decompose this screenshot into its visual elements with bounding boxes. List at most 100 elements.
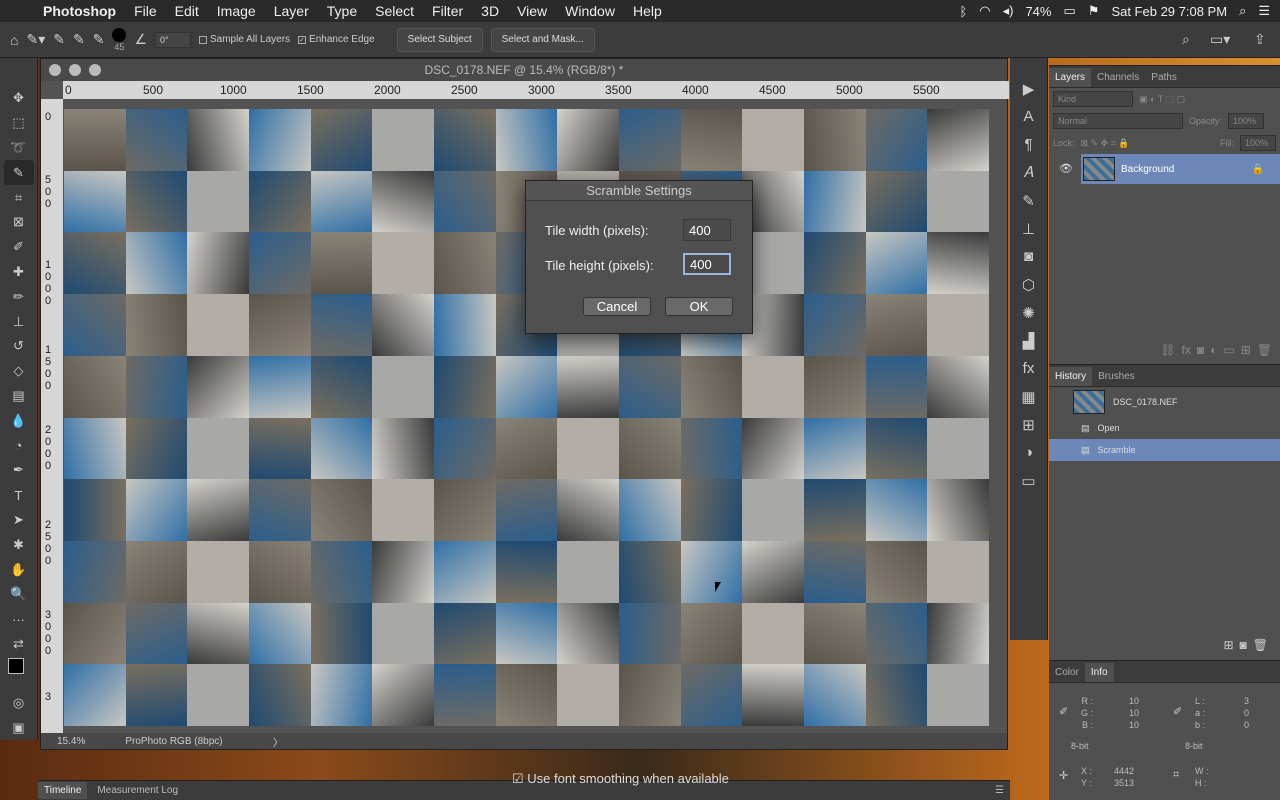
eyedropper-tool-icon[interactable]: ✐ xyxy=(4,235,34,260)
search-icon[interactable]: ⌕ xyxy=(1182,31,1190,48)
brush-settings-icon[interactable]: ✎ xyxy=(1022,192,1035,210)
quick-select-tool-icon[interactable]: ✎ xyxy=(3,160,34,186)
battery-icon[interactable]: ▭ xyxy=(1063,3,1075,19)
maximize-window-icon[interactable] xyxy=(89,64,101,76)
pen-tool-icon[interactable]: ✒ xyxy=(4,458,34,483)
adjustments-icon[interactable]: ⊞ xyxy=(1022,416,1035,434)
menu-type[interactable]: Type xyxy=(318,3,366,19)
home-icon[interactable]: ⌂ xyxy=(10,32,18,48)
tab-timeline[interactable]: Timeline xyxy=(38,782,88,799)
trash-icon[interactable]: 🗑 xyxy=(1257,343,1272,357)
swatches-icon[interactable]: ▦ xyxy=(1021,388,1035,406)
quick-select-preset-icon[interactable]: ✎▾ xyxy=(26,31,45,48)
horizontal-ruler[interactable]: 0 500 1000 1500 2000 2500 3000 3500 4000… xyxy=(63,81,1009,99)
new-document-icon[interactable]: ⊞ xyxy=(1223,638,1233,652)
menu-app[interactable]: Photoshop xyxy=(34,3,125,19)
path-select-icon[interactable]: ➤ xyxy=(4,508,34,533)
tile-height-input[interactable]: 400 xyxy=(683,253,731,275)
share-icon[interactable]: ⇪ xyxy=(1254,31,1266,48)
menu-select[interactable]: Select xyxy=(366,3,423,19)
search-icon[interactable]: ⌕ xyxy=(1239,3,1246,19)
lock-icon[interactable]: 🔒 xyxy=(1252,164,1264,175)
blend-mode[interactable]: Normal xyxy=(1053,113,1183,129)
tab-layers[interactable]: Layers xyxy=(1049,68,1092,87)
tab-brushes[interactable]: Brushes xyxy=(1092,367,1141,386)
history-brush-icon[interactable]: ↺ xyxy=(4,334,34,359)
tab-paths[interactable]: Paths xyxy=(1145,68,1183,87)
dodge-tool-icon[interactable]: ◔ xyxy=(4,433,34,458)
font-smoothing-checkbox[interactable]: ☑ Use font smoothing when available xyxy=(512,771,729,787)
clone-source-icon[interactable]: ⊥ xyxy=(1022,220,1035,238)
tile-width-input[interactable]: 400 xyxy=(683,219,731,241)
character-icon[interactable]: A xyxy=(1023,108,1033,126)
crop-tool-icon[interactable]: ⌗ xyxy=(4,185,34,210)
styles-icon[interactable]: ◑ xyxy=(1024,444,1033,462)
layer-background[interactable]: Background 🔒 xyxy=(1081,154,1280,184)
flag-icon[interactable]: ⚑ xyxy=(1088,3,1100,19)
mask-icon[interactable]: ◙ xyxy=(1197,343,1204,357)
color-profile[interactable]: ProPhoto RGB (8bpc) xyxy=(125,736,222,747)
workspace-icon[interactable]: ▭▾ xyxy=(1210,31,1230,48)
tab-info[interactable]: Info xyxy=(1084,663,1114,682)
trash-icon[interactable]: 🗑 xyxy=(1253,638,1268,652)
marquee-tool-icon[interactable]: ⬚ xyxy=(4,111,34,136)
list-icon[interactable]: ☰ xyxy=(1258,3,1270,19)
paragraph-icon[interactable]: ¶ xyxy=(1024,136,1032,154)
tab-color[interactable]: Color xyxy=(1049,663,1085,682)
history-item-open[interactable]: ▤ Open xyxy=(1049,417,1280,439)
eraser-tool-icon[interactable]: ◇ xyxy=(4,359,34,384)
glyphs-icon[interactable]: 𝐴 xyxy=(1024,164,1034,182)
fx-icon[interactable]: fx xyxy=(1023,360,1035,378)
tab-history[interactable]: History xyxy=(1049,367,1093,386)
tab-channels[interactable]: Channels xyxy=(1091,68,1145,87)
menu-filter[interactable]: Filter xyxy=(423,3,472,19)
battery-percent[interactable]: 74% xyxy=(1025,4,1051,19)
tab-measurement-log[interactable]: Measurement Log xyxy=(91,782,184,799)
healing-tool-icon[interactable]: ✚ xyxy=(4,260,34,285)
new-selection-icon[interactable]: ✎ xyxy=(53,31,65,48)
subtract-selection-icon[interactable]: ✎ xyxy=(93,31,105,48)
add-selection-icon[interactable]: ✎ xyxy=(73,31,85,48)
swap-colors-icon[interactable]: ⇄ xyxy=(4,632,34,657)
menu-edit[interactable]: Edit xyxy=(166,3,208,19)
brush-tool-icon[interactable]: ✏ xyxy=(4,284,34,309)
sample-all-layers[interactable]: Sample All Layers xyxy=(199,34,290,45)
vertical-ruler[interactable]: 0 5 0 0 1 0 0 0 1 5 0 0 2 0 0 0 2 5 0 0 … xyxy=(41,99,63,735)
menu-window[interactable]: Window xyxy=(556,3,624,19)
gradient-panel-icon[interactable]: ▭ xyxy=(1021,472,1035,490)
visibility-eye-icon[interactable]: 👁 xyxy=(1059,162,1073,175)
zoom-tool-icon[interactable]: 🔍 xyxy=(4,582,34,607)
select-subject-button[interactable]: Select Subject xyxy=(396,27,483,52)
camera-icon[interactable]: ◙ xyxy=(1024,248,1033,266)
stamp-tool-icon[interactable]: ⊥ xyxy=(4,309,34,334)
play-icon[interactable]: ▶ xyxy=(1023,80,1035,98)
menu-file[interactable]: File xyxy=(125,3,166,19)
kind-filter[interactable]: Kind xyxy=(1053,91,1133,107)
filter-icons[interactable]: ▣ ◐ T ⬚ ▢ xyxy=(1139,94,1185,105)
fill-field[interactable]: 100% xyxy=(1240,135,1276,151)
sample-all-layers-checkbox[interactable] xyxy=(199,35,207,44)
new-layer-icon[interactable]: ⊞ xyxy=(1241,343,1251,357)
minimize-window-icon[interactable] xyxy=(69,64,81,76)
snapshot-camera-icon[interactable]: ◙ xyxy=(1240,638,1247,652)
menu-help[interactable]: Help xyxy=(624,3,671,19)
more-tools-icon[interactable]: ··· xyxy=(4,607,34,632)
bluetooth-icon[interactable]: ᛒ xyxy=(959,4,967,19)
angle-field[interactable]: 0° xyxy=(155,31,191,48)
link-icon[interactable]: ⛓ xyxy=(1160,343,1175,357)
type-tool-icon[interactable]: T xyxy=(4,483,34,508)
cancel-button[interactable]: Cancel xyxy=(583,297,651,316)
properties-icon[interactable]: ✺ xyxy=(1022,304,1035,322)
opacity-field[interactable]: 100% xyxy=(1228,113,1265,129)
menu-3d[interactable]: 3D xyxy=(472,3,508,19)
hand-tool-icon[interactable]: ✋ xyxy=(4,557,34,582)
gradient-tool-icon[interactable]: ▤ xyxy=(4,384,34,409)
fx-icon[interactable]: fx xyxy=(1182,343,1191,357)
lasso-tool-icon[interactable]: ➰ xyxy=(4,136,34,161)
enhance-edge-checkbox[interactable]: ✓ xyxy=(298,35,307,44)
screen-mode-icon[interactable]: ▣ xyxy=(4,715,34,740)
frame-tool-icon[interactable]: ⊠ xyxy=(4,210,34,235)
shape-tool-icon[interactable]: ✱ xyxy=(4,532,34,557)
select-and-mask-button[interactable]: Select and Mask... xyxy=(490,27,595,52)
close-window-icon[interactable] xyxy=(49,64,61,76)
